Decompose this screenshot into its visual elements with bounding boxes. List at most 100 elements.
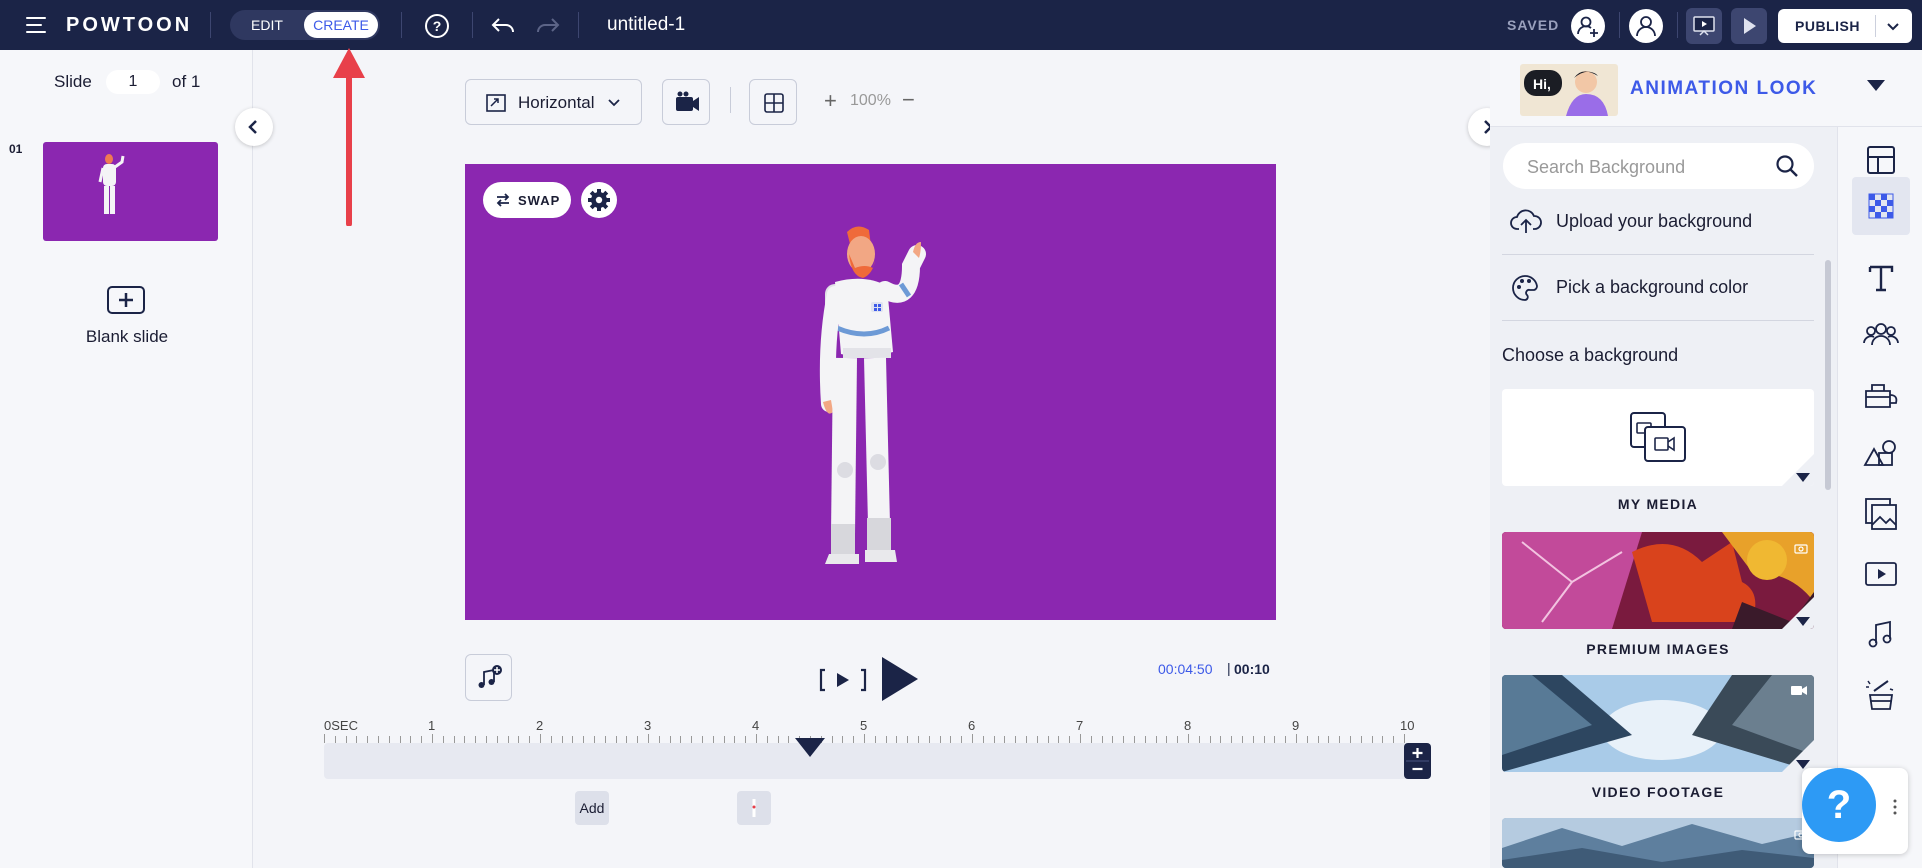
timeline-tick-label: 9 bbox=[1292, 718, 1300, 733]
mountains-image bbox=[1502, 818, 1814, 868]
document-title[interactable]: untitled-1 bbox=[607, 14, 685, 36]
timeline-tick bbox=[378, 736, 379, 743]
zoom-in-button[interactable]: + bbox=[824, 88, 837, 114]
grid-button[interactable] bbox=[749, 79, 797, 125]
slide-number-input[interactable]: 1 bbox=[106, 70, 160, 94]
collapse-left-panel-button[interactable] bbox=[235, 108, 273, 146]
account-button[interactable] bbox=[1629, 9, 1663, 43]
chevron-down-icon[interactable] bbox=[1885, 18, 1901, 34]
timeline-tick bbox=[680, 736, 682, 743]
search-background-input[interactable]: Search Background bbox=[1503, 143, 1814, 189]
timeline-tick bbox=[475, 736, 477, 743]
premium-images-label: PREMIUM IMAGES bbox=[1586, 641, 1730, 657]
settings-button[interactable] bbox=[581, 182, 617, 218]
orientation-label: Horizontal bbox=[518, 93, 595, 112]
music-icon[interactable] bbox=[1862, 615, 1900, 653]
divider bbox=[578, 12, 579, 38]
timeline-tick bbox=[356, 736, 358, 743]
add-collaborator-button[interactable] bbox=[1571, 9, 1605, 43]
animation-look-title: ANIMATION LOOK bbox=[1630, 78, 1818, 99]
video-footage-card[interactable] bbox=[1502, 675, 1814, 772]
timeline-tick bbox=[853, 736, 855, 743]
slide-stage[interactable]: SWAP bbox=[465, 164, 1276, 620]
timeline-tick-label: 7 bbox=[1076, 718, 1084, 733]
play-icon[interactable] bbox=[880, 655, 920, 703]
timeline-tick bbox=[1188, 734, 1189, 743]
play-preview-button[interactable] bbox=[1731, 8, 1767, 44]
help-circle-icon[interactable]: ? bbox=[424, 13, 450, 39]
timeline-tick bbox=[885, 736, 887, 743]
create-mode-button[interactable]: CREATE bbox=[304, 12, 378, 38]
add-audio-button[interactable] bbox=[465, 654, 512, 701]
camera-button[interactable] bbox=[662, 79, 710, 125]
user-icon bbox=[1636, 16, 1656, 37]
swap-button[interactable]: SWAP bbox=[483, 182, 571, 218]
orientation-select[interactable]: Horizontal bbox=[465, 79, 642, 125]
background-card-partial[interactable] bbox=[1502, 818, 1814, 868]
marker-icon bbox=[752, 799, 756, 817]
search-icon[interactable] bbox=[1775, 154, 1799, 178]
card-dropdown-caret[interactable] bbox=[1796, 617, 1810, 626]
text-icon[interactable] bbox=[1862, 259, 1900, 297]
timeline-tick bbox=[583, 736, 585, 743]
blank-slide-label[interactable]: Blank slide bbox=[70, 327, 184, 347]
menu-icon[interactable] bbox=[26, 17, 46, 33]
slide-thumbnail[interactable] bbox=[43, 142, 218, 241]
images-icon[interactable] bbox=[1862, 495, 1900, 533]
redo-icon[interactable] bbox=[535, 13, 561, 39]
publish-button[interactable]: PUBLISH bbox=[1778, 9, 1912, 43]
shapes-icon[interactable] bbox=[1862, 435, 1900, 473]
help-button[interactable]: ? bbox=[1802, 768, 1876, 842]
timeline-tick bbox=[702, 736, 703, 743]
media-icon bbox=[1630, 412, 1686, 462]
edit-mode-button[interactable]: EDIT bbox=[230, 10, 304, 40]
video-icon[interactable] bbox=[1862, 555, 1900, 593]
add-user-icon bbox=[1577, 16, 1598, 37]
background-icon[interactable] bbox=[1852, 177, 1910, 235]
timeline-tick-label: 5 bbox=[860, 718, 868, 733]
timeline-tick-label: 3 bbox=[644, 718, 652, 733]
pick-background-color-row[interactable]: Pick a background color bbox=[1502, 255, 1814, 321]
timeline-tick bbox=[324, 734, 325, 743]
plus-minus-icon bbox=[1406, 748, 1429, 771]
animation-look-header[interactable]: Hi, ANIMATION LOOK bbox=[1490, 50, 1922, 127]
dropdown-caret-icon[interactable] bbox=[1867, 80, 1885, 91]
astronaut-character[interactable] bbox=[765, 224, 965, 594]
timeline-tick bbox=[864, 734, 865, 743]
timeline-tick bbox=[507, 736, 509, 743]
characters-icon[interactable] bbox=[1862, 315, 1900, 353]
timeline-tick bbox=[594, 736, 595, 743]
card-dropdown-caret[interactable] bbox=[1796, 473, 1810, 482]
timeline-tick-label: 0SEC bbox=[324, 718, 358, 733]
magic-icon[interactable] bbox=[1862, 675, 1900, 713]
my-media-label: MY MEDIA bbox=[1617, 496, 1699, 512]
timeline-tick bbox=[993, 736, 995, 743]
timeline-tick bbox=[1317, 736, 1319, 743]
timeline-tick bbox=[961, 736, 963, 743]
palette-icon bbox=[1512, 275, 1538, 301]
timeline-track[interactable] bbox=[324, 743, 1430, 779]
play-slide-icon[interactable] bbox=[819, 661, 867, 699]
timeline-tick bbox=[939, 736, 941, 743]
timeline-tick bbox=[1209, 736, 1211, 743]
layout-icon[interactable] bbox=[1862, 141, 1900, 179]
help-widget[interactable]: ? bbox=[1802, 768, 1908, 854]
background-list-scrollbar[interactable] bbox=[1825, 260, 1831, 490]
preview-slide-button[interactable] bbox=[1686, 8, 1722, 44]
timeline-tick-label: 4 bbox=[752, 718, 760, 733]
timeline-tick bbox=[1404, 734, 1405, 743]
my-media-card[interactable] bbox=[1502, 389, 1814, 486]
premium-images-card[interactable] bbox=[1502, 532, 1814, 629]
blank-slide-icon[interactable] bbox=[107, 286, 145, 314]
props-icon[interactable] bbox=[1862, 375, 1900, 413]
add-timeline-item-button[interactable]: Add bbox=[575, 791, 609, 825]
more-vertical-icon[interactable] bbox=[1892, 798, 1898, 816]
timeline-zoom-stepper[interactable] bbox=[1404, 743, 1431, 779]
hi-bubble-text: Hi, bbox=[1533, 76, 1551, 92]
upload-background-row[interactable]: Upload your background bbox=[1502, 189, 1814, 255]
timeline-marker[interactable] bbox=[737, 791, 771, 825]
zoom-out-button[interactable]: − bbox=[902, 87, 915, 113]
timeline-tick bbox=[1198, 736, 1200, 743]
undo-icon[interactable] bbox=[490, 13, 516, 39]
playhead-marker[interactable] bbox=[793, 736, 827, 758]
